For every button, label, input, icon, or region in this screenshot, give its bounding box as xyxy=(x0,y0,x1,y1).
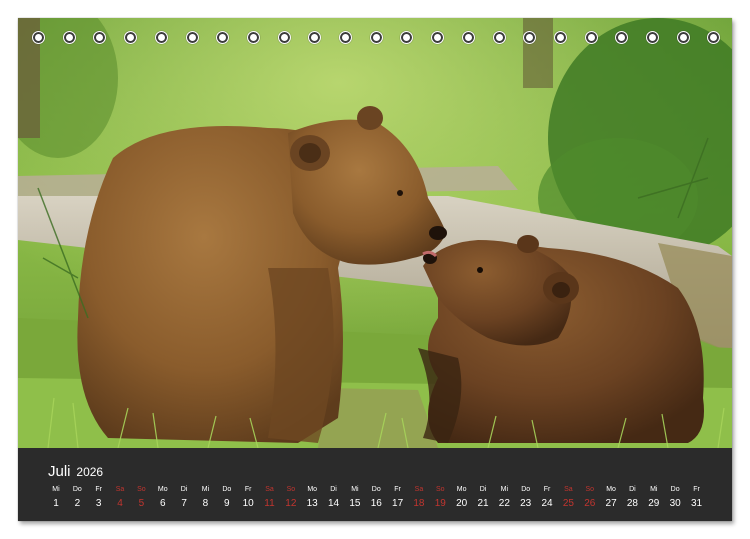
binding-ring xyxy=(339,31,352,44)
weekday-label: Mo xyxy=(456,486,467,493)
weekday-label: Fr xyxy=(244,486,252,493)
binding-ring xyxy=(523,31,537,44)
day-number: 8 xyxy=(202,498,209,509)
weekday-label: Sa xyxy=(265,486,274,493)
day-number: 30 xyxy=(669,498,681,509)
weekday-label: So xyxy=(286,486,296,493)
weekday-label: Mi xyxy=(351,486,359,493)
weekday-label: Mi xyxy=(52,486,60,493)
binding-ring xyxy=(308,31,322,44)
binding-ring xyxy=(246,31,260,44)
binding-ring xyxy=(62,31,76,44)
weekday-label: Do xyxy=(521,486,531,493)
weekday-label: Sa xyxy=(115,486,125,493)
day-number: 28 xyxy=(626,498,638,509)
month-name: Juli xyxy=(48,463,71,480)
weekday-label: Fr xyxy=(693,486,700,493)
day-number: 22 xyxy=(498,498,510,509)
binding-ring xyxy=(707,31,721,44)
day-number: 14 xyxy=(327,498,340,509)
day-number: 18 xyxy=(413,498,425,509)
day-number: 25 xyxy=(562,498,574,509)
binding-ring xyxy=(584,31,598,44)
weekday-label: Mo xyxy=(307,486,318,493)
weekday-label: Di xyxy=(479,486,487,493)
weekday-label: So xyxy=(137,486,146,493)
day-number: 19 xyxy=(434,498,446,509)
binding-ring xyxy=(185,31,199,44)
day-number: 10 xyxy=(242,498,254,509)
day-number: 9 xyxy=(224,498,230,509)
day-number: 2 xyxy=(74,498,81,509)
weekday-label: So xyxy=(436,486,445,493)
weekday-label: Do xyxy=(670,486,680,493)
day-number: 12 xyxy=(285,498,297,509)
weekday-label: Do xyxy=(72,486,82,493)
weekday-label: Mo xyxy=(606,486,616,493)
day-number: 15 xyxy=(349,498,361,509)
weekday-label: Sa xyxy=(414,486,424,493)
bear-photo xyxy=(18,18,732,448)
day-number: 26 xyxy=(584,498,596,509)
binding-ring xyxy=(615,31,629,44)
weekday-label: Mi xyxy=(201,486,210,493)
day-number: 5 xyxy=(138,498,145,509)
calendar-strip: Juli 2026 Mi 1 Do 2 Fr 3 Sa 4 So 5 Mo 6 Di 7 Mi 8 Do 9 Fr 1… xyxy=(18,448,732,521)
binding-ring xyxy=(369,31,383,44)
weekday-label: Fr xyxy=(95,486,102,493)
day-number: 17 xyxy=(392,498,404,509)
binding-ring xyxy=(124,31,138,44)
binding-ring xyxy=(461,31,475,44)
binding-ring xyxy=(400,31,414,44)
weekday-label: Fr xyxy=(543,486,551,493)
binding-ring xyxy=(492,31,506,44)
day-number: 29 xyxy=(648,498,660,509)
day-number: 1 xyxy=(53,498,59,509)
weekday-label: Sa xyxy=(564,486,573,493)
binding-ring xyxy=(154,31,168,44)
spiral-binding xyxy=(18,31,732,47)
day-number: 24 xyxy=(541,498,553,509)
binding-ring xyxy=(277,31,291,44)
calendar-page: Juli 2026 Mi 1 Do 2 Fr 3 Sa 4 So 5 Mo 6 Di 7 Mi 8 Do 9 Fr 1… xyxy=(18,18,732,521)
day-number: 20 xyxy=(456,498,468,509)
weekday-label: Di xyxy=(330,486,337,493)
binding-ring xyxy=(676,31,690,44)
day-number: 6 xyxy=(159,498,166,509)
binding-ring xyxy=(553,31,567,44)
weekday-label: Do xyxy=(371,486,381,493)
day-number: 11 xyxy=(264,498,275,509)
binding-ring xyxy=(32,31,45,44)
day-number: 13 xyxy=(306,498,318,509)
weekday-label: So xyxy=(585,486,595,493)
binding-ring xyxy=(646,31,659,44)
day-number: 7 xyxy=(181,498,187,509)
day-number: 21 xyxy=(477,498,489,509)
month-heading: Juli 2026 xyxy=(48,463,103,480)
day-number: 31 xyxy=(690,498,703,509)
day-number: 23 xyxy=(520,498,532,509)
weekday-label: Fr xyxy=(394,486,401,493)
weekday-label: Di xyxy=(180,486,188,493)
month-year: 2026 xyxy=(76,465,104,479)
weekday-label: Mi xyxy=(500,486,509,493)
weekday-label: Mo xyxy=(157,486,168,493)
weekday-label: Mi xyxy=(650,486,658,493)
weekday-label: Do xyxy=(222,486,232,493)
day-number: 3 xyxy=(95,498,102,509)
binding-ring xyxy=(93,31,107,44)
weekday-label: Di xyxy=(629,486,636,493)
binding-ring xyxy=(431,31,445,44)
binding-ring xyxy=(216,31,230,44)
day-number: 27 xyxy=(605,498,617,509)
day-number: 4 xyxy=(117,498,123,509)
day-number: 16 xyxy=(370,498,382,509)
